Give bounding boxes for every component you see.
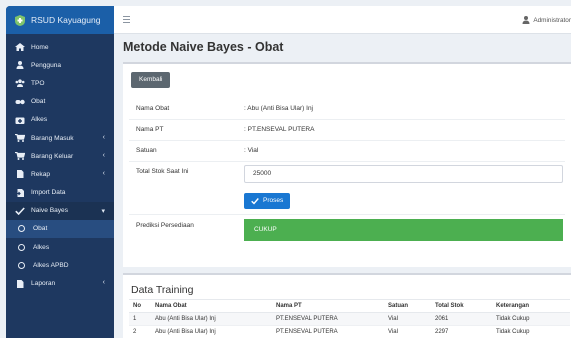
- chevron-left-icon: ‹: [102, 133, 105, 141]
- hospital-logo-icon: [15, 14, 25, 26]
- table-header-row: No Nama Obat Nama PT Satuan Total Stok K…: [129, 299, 570, 313]
- check-icon: [15, 207, 25, 215]
- chevron-down-icon: ▾: [101, 207, 105, 215]
- column-header: Keterangan: [492, 299, 570, 313]
- brand[interactable]: RSUD Kayuagung: [6, 6, 114, 34]
- column-header: Nama Obat: [151, 299, 272, 313]
- sidebar-item-home[interactable]: Home: [6, 38, 114, 56]
- prediksi-label: Prediksi Persediaan: [136, 222, 194, 229]
- sidebar-item-pengguna[interactable]: Pengguna: [6, 56, 114, 74]
- sidebar-subitem-obat[interactable]: Obat: [6, 219, 114, 239]
- page-title: Metode Naive Bayes - Obat: [123, 40, 284, 54]
- user-icon: [16, 61, 24, 70]
- sidebar-item-obat[interactable]: Obat: [6, 93, 114, 111]
- circle-icon: [18, 225, 25, 233]
- satuan-label: Satuan: [136, 147, 157, 154]
- kit-icon: [15, 117, 25, 124]
- column-header: Total Stok: [431, 299, 492, 313]
- chevron-left-icon: ‹: [102, 279, 105, 287]
- circle-icon: [18, 261, 25, 269]
- naive-bayes-form-card: Kembali Nama Obat : Abu (Anti Bisa Ular)…: [123, 62, 571, 267]
- sidebar-menu: Home Pengguna TPO Obat Alkes Barang Masu…: [6, 34, 114, 293]
- user-name: Administrator: [533, 16, 571, 24]
- sidebar-item-alkes[interactable]: Alkes: [6, 111, 114, 129]
- hamburger-menu-icon[interactable]: [123, 16, 130, 23]
- prediksi-result: CUKUP: [244, 219, 563, 241]
- sidebar-subitem-alkes[interactable]: Alkes: [6, 238, 114, 256]
- divider: [129, 140, 565, 141]
- import-icon: [15, 188, 24, 197]
- data-training-card: Data Training No Nama Obat Nama PT Satua…: [123, 273, 571, 338]
- sidebar-item-import-data[interactable]: Import Data: [6, 184, 114, 202]
- sidebar-subitem-alkes-apbd[interactable]: Alkes APBD: [6, 256, 114, 274]
- nama-pt-label: Nama PT: [136, 126, 164, 133]
- table-row: 2 Abu (Anti Bisa Ular) Inj PT.ENSEVAL PU…: [129, 325, 570, 338]
- pills-icon: [15, 99, 25, 104]
- home-icon: [15, 43, 25, 52]
- sidebar-item-barang-masuk[interactable]: Barang Masuk ‹: [6, 129, 114, 147]
- users-icon: [15, 79, 25, 88]
- check-icon: [251, 198, 259, 205]
- user-menu[interactable]: Administrator: [522, 6, 571, 34]
- circle-icon: [18, 243, 25, 251]
- user-icon: [522, 16, 530, 24]
- sidebar: RSUD Kayuagung Home Pengguna TPO Obat Al…: [6, 6, 114, 338]
- nama-obat-value: : Abu (Anti Bisa Ular) Inj: [244, 105, 313, 112]
- sidebar-item-tpo[interactable]: TPO: [6, 74, 114, 92]
- nama-pt-value: : PT.ENSEVAL PUTERA: [244, 126, 315, 133]
- cart-icon: [15, 152, 25, 161]
- back-button[interactable]: Kembali: [131, 72, 171, 88]
- divider: [129, 214, 565, 215]
- sidebar-item-barang-keluar[interactable]: Barang Keluar ‹: [6, 147, 114, 165]
- sidebar-item-laporan[interactable]: Laporan ‹: [6, 274, 114, 292]
- brand-name: RSUD Kayuagung: [31, 15, 101, 25]
- data-training-title: Data Training: [131, 284, 194, 296]
- top-navbar: Administrator: [114, 6, 571, 34]
- divider: [129, 119, 565, 120]
- column-header: Satuan: [384, 299, 431, 313]
- divider: [129, 161, 565, 162]
- total-stok-input[interactable]: 25000: [244, 165, 563, 183]
- proses-button[interactable]: Proses: [244, 193, 291, 209]
- satuan-value: : Vial: [244, 147, 259, 154]
- sidebar-item-naive-bayes[interactable]: Naive Bayes ▾: [6, 201, 114, 220]
- sidebar-item-rekap[interactable]: Rekap ‹: [6, 165, 114, 183]
- total-stok-label: Total Stok Saat Ini: [136, 168, 189, 175]
- cart-icon: [15, 134, 25, 143]
- file-icon: [17, 170, 24, 179]
- nama-obat-label: Nama Obat: [136, 105, 170, 112]
- table-row: 1 Abu (Anti Bisa Ular) Inj PT.ENSEVAL PU…: [129, 312, 570, 326]
- data-training-table: No Nama Obat Nama PT Satuan Total Stok K…: [129, 299, 570, 338]
- column-header: Nama PT: [272, 299, 384, 313]
- chevron-left-icon: ‹: [102, 170, 105, 178]
- chevron-left-icon: ‹: [102, 152, 105, 160]
- column-header: No: [129, 299, 151, 313]
- file-icon: [17, 279, 24, 288]
